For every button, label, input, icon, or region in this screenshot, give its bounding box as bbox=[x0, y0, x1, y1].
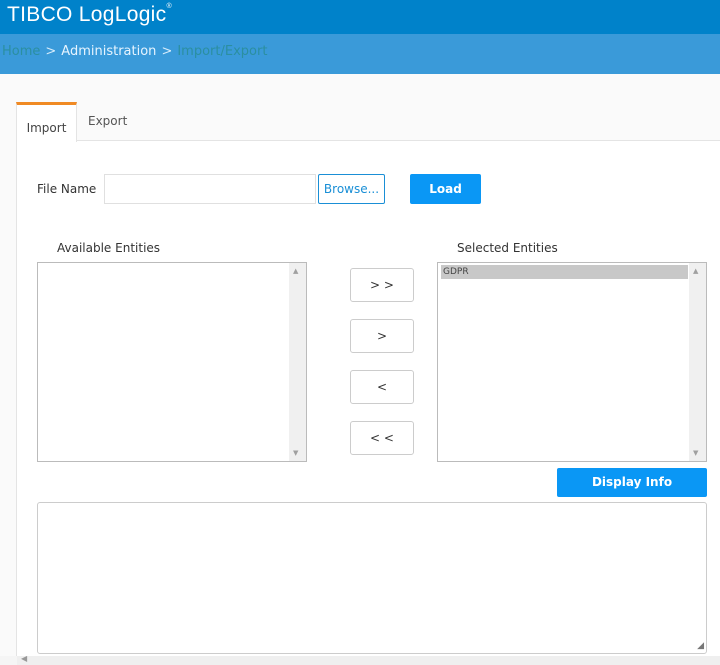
tab-import[interactable]: Import bbox=[16, 102, 77, 142]
available-entities-label: Available Entities bbox=[57, 241, 161, 255]
tab-export[interactable]: Export bbox=[88, 102, 127, 142]
trademark: ® bbox=[166, 3, 172, 10]
load-button[interactable]: Load bbox=[410, 174, 481, 204]
breadcrumb-separator: > bbox=[161, 44, 173, 59]
top-bar: TIBCO LogLogic® bbox=[0, 0, 720, 34]
info-textarea[interactable]: ◢ bbox=[37, 502, 707, 654]
scrollbar[interactable]: ▲ ▼ bbox=[689, 263, 706, 461]
list-item[interactable]: GDPR bbox=[441, 265, 688, 279]
scrollbar[interactable]: ▲ ▼ bbox=[289, 263, 306, 461]
move-left-button[interactable]: < bbox=[350, 370, 414, 404]
display-info-button[interactable]: Display Info bbox=[557, 468, 707, 497]
scroll-left-icon[interactable]: ◀ bbox=[21, 654, 27, 663]
file-name-input[interactable] bbox=[104, 174, 316, 204]
selected-entities-label: Selected Entities bbox=[457, 241, 558, 255]
selected-entities-list[interactable]: GDPR ▲ ▼ bbox=[437, 262, 707, 462]
breadcrumb: Home > Administration > Import/Export bbox=[0, 34, 720, 74]
file-name-label: File Name bbox=[37, 182, 97, 196]
breadcrumb-administration[interactable]: Administration bbox=[61, 44, 156, 59]
tab-divider bbox=[77, 140, 720, 141]
move-right-button[interactable]: > bbox=[350, 319, 414, 353]
breadcrumb-separator: > bbox=[45, 44, 57, 59]
horizontal-scrollbar[interactable]: ◀ bbox=[17, 654, 720, 665]
scroll-up-icon[interactable]: ▲ bbox=[693, 267, 698, 275]
move-all-left-button[interactable]: < < bbox=[350, 421, 414, 455]
available-entities-list[interactable]: ▲ ▼ bbox=[37, 262, 307, 462]
scroll-down-icon[interactable]: ▼ bbox=[693, 449, 698, 457]
scroll-down-icon[interactable]: ▼ bbox=[293, 449, 298, 457]
scroll-up-icon[interactable]: ▲ bbox=[293, 267, 298, 275]
logo: TIBCO LogLogic® bbox=[7, 3, 172, 27]
move-all-right-button[interactable]: > > bbox=[350, 268, 414, 302]
resize-grip-icon[interactable]: ◢ bbox=[697, 641, 704, 651]
logo-text: TIBCO LogLogic bbox=[7, 3, 167, 26]
breadcrumb-current: Import/Export bbox=[177, 44, 268, 59]
breadcrumb-home[interactable]: Home bbox=[2, 44, 40, 59]
browse-button[interactable]: Browse... bbox=[318, 174, 385, 204]
